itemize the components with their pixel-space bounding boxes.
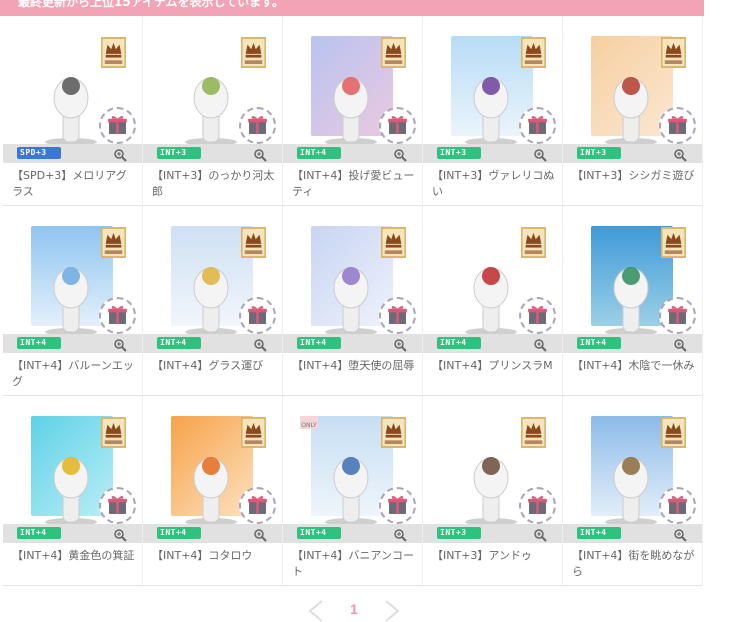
gift-icon[interactable] (379, 107, 416, 144)
choco-crown-icon (241, 227, 266, 258)
choco-crown-icon (241, 37, 266, 68)
pagination: 1 (305, 598, 405, 622)
banner-text: 最終更新から上位15アイテムを表示しています。 (18, 0, 284, 9)
stat-badge: INT+4 (297, 527, 341, 539)
item-name[interactable]: 【INT+4】グラス運び (152, 358, 276, 374)
stat-badge: INT+4 (157, 337, 201, 349)
item-card[interactable]: INT+4 【INT+4】街を眺めながら (563, 396, 703, 586)
item-card[interactable]: INT+3 【INT+3】ヴァレリコぬい (423, 16, 563, 206)
gift-icon[interactable] (239, 487, 276, 524)
choco-crown-icon (661, 227, 686, 258)
item-name[interactable]: 【INT+4】堕天使の屈辱 (292, 358, 416, 374)
item-card[interactable]: INT+4 ONLY 【INT+4】バニアンコート (283, 396, 423, 586)
stat-badge: INT+4 (17, 527, 61, 539)
choco-crown-icon (521, 417, 546, 448)
stat-badge: INT+4 (17, 337, 61, 349)
item-name[interactable]: 【INT+4】投げ愛ビューティ (292, 168, 416, 200)
gift-icon[interactable] (519, 297, 556, 334)
choco-crown-icon (521, 227, 546, 258)
choco-crown-icon (241, 417, 266, 448)
choco-crown-icon (381, 227, 406, 258)
item-name[interactable]: 【INT+4】バニアンコート (292, 548, 416, 580)
page-number-current[interactable]: 1 (346, 601, 362, 621)
magnifier-plus-icon[interactable] (533, 528, 547, 542)
gift-icon[interactable] (659, 297, 696, 334)
magnifier-plus-icon[interactable] (113, 528, 127, 542)
stat-badge: INT+3 (577, 147, 621, 159)
gift-icon[interactable] (99, 297, 136, 334)
choco-crown-icon (101, 227, 126, 258)
item-card[interactable]: INT+4 【INT+4】投げ愛ビューティ (283, 16, 423, 206)
item-name[interactable]: 【INT+4】プリンスラM (432, 358, 556, 374)
item-name[interactable]: 【INT+3】ヴァレリコぬい (432, 168, 556, 200)
magnifier-plus-icon[interactable] (113, 148, 127, 162)
magnifier-plus-icon[interactable] (253, 338, 267, 352)
gift-icon[interactable] (99, 107, 136, 144)
prev-page-icon[interactable] (305, 598, 327, 622)
stat-badge: SPD+3 (17, 147, 61, 159)
item-card[interactable]: INT+4 【INT+4】バルーンエッグ (3, 206, 143, 396)
item-card[interactable]: INT+3 【INT+3】シシガミ遊び (563, 16, 703, 206)
item-name[interactable]: 【INT+4】バルーンエッグ (12, 358, 136, 390)
choco-crown-icon (101, 417, 126, 448)
magnifier-plus-icon[interactable] (533, 148, 547, 162)
item-name[interactable]: 【INT+4】黄金色の箕証 (12, 548, 136, 564)
stat-badge: INT+3 (437, 527, 481, 539)
item-card[interactable]: SPD+3 【SPD+3】メロリアグラス (3, 16, 143, 206)
item-card[interactable]: INT+4 【INT+4】コタロウ (143, 396, 283, 586)
stat-badge: INT+4 (297, 147, 341, 159)
item-name[interactable]: 【INT+3】のっかり河太郎 (152, 168, 276, 200)
gift-icon[interactable] (519, 107, 556, 144)
choco-crown-icon (521, 37, 546, 68)
next-page-icon[interactable] (381, 598, 403, 622)
gift-icon[interactable] (659, 107, 696, 144)
gift-icon[interactable] (99, 487, 136, 524)
item-name[interactable]: 【INT+3】シシガミ遊び (572, 168, 696, 184)
gift-icon[interactable] (659, 487, 696, 524)
stat-badge: INT+4 (297, 337, 341, 349)
stat-badge: INT+4 (577, 337, 621, 349)
magnifier-plus-icon[interactable] (113, 338, 127, 352)
item-grid: SPD+3 【SPD+3】メロリアグラス INT+3 【INT+3】のっかり河太郎 IN… (3, 16, 704, 586)
magnifier-plus-icon[interactable] (673, 148, 687, 162)
choco-crown-icon (101, 37, 126, 68)
item-name[interactable]: 【SPD+3】メロリアグラス (12, 168, 136, 200)
magnifier-plus-icon[interactable] (533, 338, 547, 352)
magnifier-plus-icon[interactable] (393, 528, 407, 542)
magnifier-plus-icon[interactable] (253, 528, 267, 542)
gift-icon[interactable] (239, 297, 276, 334)
item-name[interactable]: 【INT+3】アンドゥ (432, 548, 556, 564)
magnifier-plus-icon[interactable] (393, 338, 407, 352)
stat-badge: INT+4 (577, 527, 621, 539)
gift-icon[interactable] (239, 107, 276, 144)
item-card[interactable]: INT+4 【INT+4】堕天使の屈辱 (283, 206, 423, 396)
item-card[interactable]: INT+3 【INT+3】アンドゥ (423, 396, 563, 586)
choco-crown-icon (381, 417, 406, 448)
stat-badge: INT+4 (157, 527, 201, 539)
item-name[interactable]: 【INT+4】木陰で一休み (572, 358, 696, 374)
choco-crown-icon (661, 37, 686, 68)
item-card[interactable]: INT+4 【INT+4】木陰で一休み (563, 206, 703, 396)
stat-badge: INT+3 (437, 147, 481, 159)
stat-badge: INT+3 (157, 147, 201, 159)
item-card[interactable]: INT+4 【INT+4】プリンスラM (423, 206, 563, 396)
item-name[interactable]: 【INT+4】コタロウ (152, 548, 276, 564)
magnifier-plus-icon[interactable] (393, 148, 407, 162)
gift-icon[interactable] (519, 487, 556, 524)
gift-icon[interactable] (379, 487, 416, 524)
magnifier-plus-icon[interactable] (673, 338, 687, 352)
item-card[interactable]: INT+4 【INT+4】グラス運び (143, 206, 283, 396)
choco-crown-icon (661, 417, 686, 448)
stat-badge: INT+4 (437, 337, 481, 349)
choco-crown-icon (381, 37, 406, 68)
magnifier-plus-icon[interactable] (673, 528, 687, 542)
item-card[interactable]: INT+3 【INT+3】のっかり河太郎 (143, 16, 283, 206)
gift-icon[interactable] (379, 297, 416, 334)
item-card[interactable]: INT+4 【INT+4】黄金色の箕証 (3, 396, 143, 586)
item-name[interactable]: 【INT+4】街を眺めながら (572, 548, 696, 580)
only-tag: ONLY (300, 416, 318, 429)
result-banner: 最終更新から上位15アイテムを表示しています。 (0, 0, 704, 16)
magnifier-plus-icon[interactable] (253, 148, 267, 162)
